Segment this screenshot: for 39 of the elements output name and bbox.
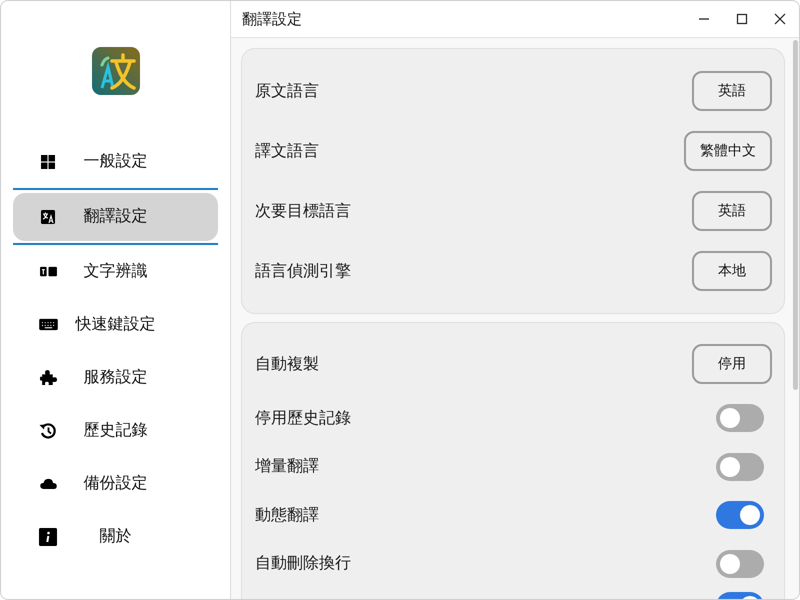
puzzle-icon <box>40 369 56 386</box>
toggle-switch[interactable] <box>716 452 764 481</box>
setting-label: 次要目標語言 <box>255 200 351 222</box>
sidebar-item[interactable]: 一般設定 <box>13 138 218 186</box>
sidebar-item[interactable]: 備份設定 <box>13 460 218 508</box>
dropdown-button[interactable]: 繁體中文 <box>684 131 772 171</box>
text-scan-icon <box>38 264 58 279</box>
setting-label: 自動複製 <box>255 354 319 374</box>
info-icon <box>39 528 57 546</box>
grid-icon <box>40 154 56 170</box>
cloud-icon <box>40 478 56 489</box>
setting-label: 增量翻譯 <box>255 456 319 478</box>
translate-icon <box>40 208 56 224</box>
dropdown-button[interactable]: 停用 <box>692 344 772 384</box>
sidebar-item[interactable]: 文字辨識 <box>13 248 218 296</box>
dropdown-button[interactable]: 英語 <box>692 71 772 111</box>
app-logo-icon <box>92 47 140 95</box>
sidebar-item[interactable]: 歷史記錄 <box>13 406 218 454</box>
maximize-icon <box>736 13 748 25</box>
window-title: 翻譯設定 <box>241 10 302 28</box>
toggle-switch[interactable] <box>716 550 764 578</box>
sidebar-item[interactable]: 快速鍵設定 <box>13 300 218 348</box>
keyboard-icon <box>38 318 58 331</box>
setting-label: 自動刪除換行 <box>255 553 351 574</box>
close-icon <box>774 13 786 25</box>
toggle-switch[interactable] <box>716 501 764 530</box>
setting-label: 譯文語言 <box>255 140 319 162</box>
dropdown-button[interactable]: 英語 <box>692 191 772 231</box>
dropdown-button[interactable]: 本地 <box>692 251 772 291</box>
setting-label: 語言偵測引擎 <box>255 260 351 282</box>
setting-label: 原文語言 <box>255 80 319 102</box>
sidebar-item[interactable]: 關於 <box>13 512 218 560</box>
sidebar-item[interactable]: 翻譯設定 <box>13 192 218 240</box>
sidebar-item[interactable]: 服務設定 <box>13 354 218 402</box>
scrollbar[interactable] <box>793 40 798 390</box>
setting-label: 停用歷史記錄 <box>255 408 351 429</box>
history-icon <box>39 422 57 440</box>
setting-label: 動態翻譯 <box>255 504 319 526</box>
toggle-switch[interactable] <box>716 404 764 432</box>
